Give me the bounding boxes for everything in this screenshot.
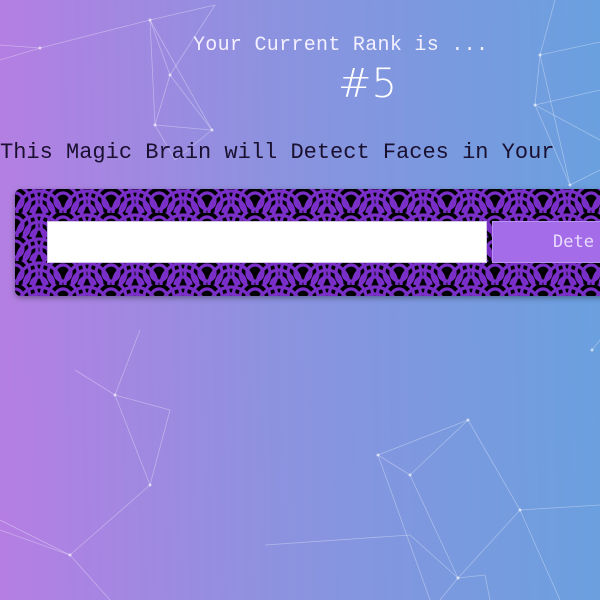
particles-background bbox=[0, 0, 600, 600]
image-link-form: Dete bbox=[15, 189, 600, 296]
rank-value: #5 bbox=[338, 61, 397, 107]
detect-button[interactable]: Dete bbox=[492, 221, 600, 263]
intro-text: This Magic Brain will Detect Faces in Yo… bbox=[0, 140, 555, 165]
rank-caption: Your Current Rank is ... bbox=[193, 34, 489, 57]
image-url-input[interactable] bbox=[47, 221, 487, 263]
